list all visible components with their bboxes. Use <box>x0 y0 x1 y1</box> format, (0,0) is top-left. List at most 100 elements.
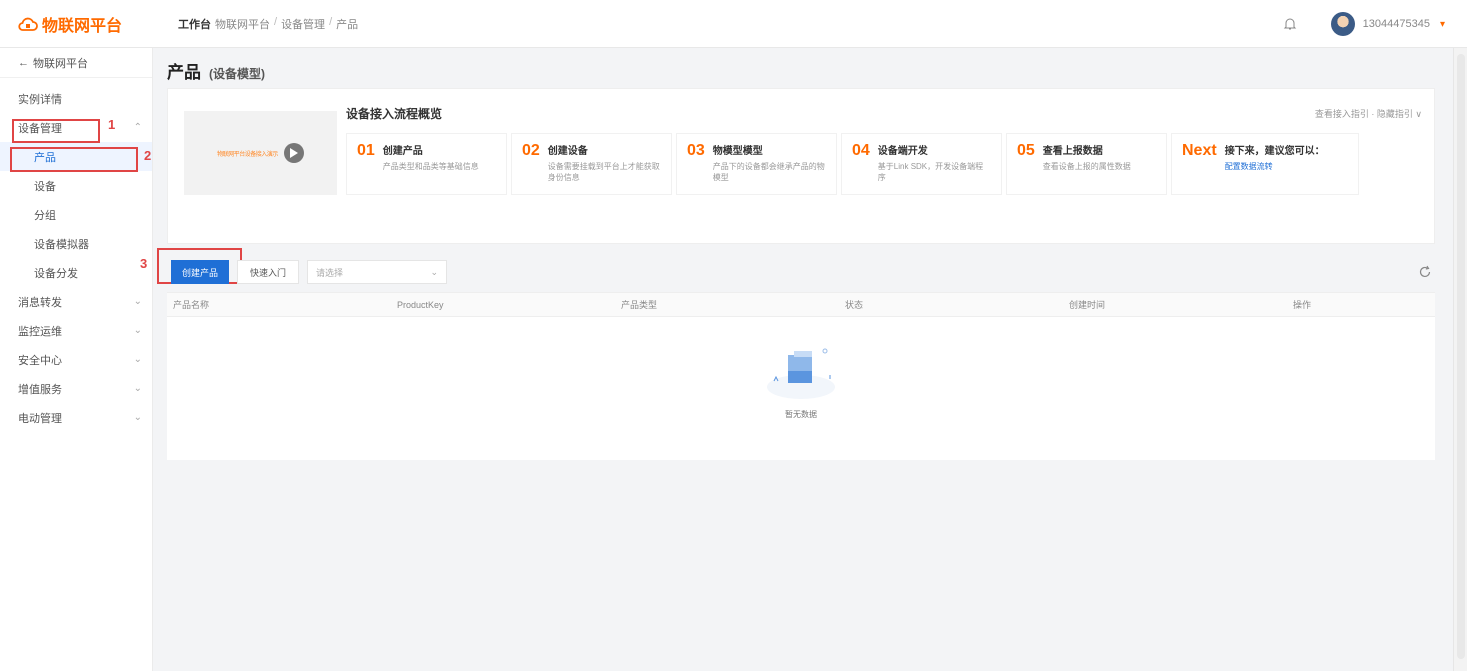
header-actions: 13044475345 ▾ <box>1279 0 1467 48</box>
flow-steps: 01 创建产品 产品类型和品类等基础信息 02 创建设备设备需要挂载到平台上才能获… <box>346 133 1359 195</box>
main-content: 产品 (设备模型) 物联网平台设备接入演示 设备接入流程概览 查看接入指引 · … <box>153 48 1453 671</box>
account-name[interactable]: 13044475345 <box>1363 18 1430 30</box>
scrollbar-thumb[interactable] <box>1457 54 1465 659</box>
annotation-number-2: 2 <box>144 148 152 163</box>
flow-step[interactable]: 03 物模型模型产品下的设备都会继承产品的物模型 <box>676 133 837 195</box>
step-name: 接下来，建议您可以： <box>1224 146 1325 157</box>
play-icon[interactable] <box>283 143 304 163</box>
annotation-box-2 <box>10 147 138 172</box>
video-caption: 物联网平台设备接入演示 <box>217 151 278 158</box>
column-header: 产品类型 <box>621 300 658 310</box>
cloud-icon <box>18 17 38 31</box>
flow-step-next: Next 接下来，建议您可以： 配置数据流转 <box>1171 133 1359 195</box>
chevron-down-icon: ⌄ <box>133 325 142 336</box>
sidebar-item-security[interactable]: 安全中心 ⌄ <box>0 345 152 374</box>
sidebar-item-label: 实例详情 <box>18 93 62 106</box>
sidebar-item-label: 增值服务 <box>18 383 62 396</box>
product-toolbar: 创建产品 快速入门 请选择 ⌄ <box>167 256 1435 288</box>
annotation-number-1: 1 <box>108 117 116 132</box>
avatar[interactable] <box>1330 12 1355 36</box>
flow-title: 设备接入流程概览 <box>346 107 443 121</box>
bell-icon[interactable] <box>1279 13 1301 35</box>
flow-step[interactable]: 02 创建设备设备需要挂载到平台上才能获取身份信息 <box>511 133 672 195</box>
page-title: 产品 (设备模型) <box>167 58 265 83</box>
breadcrumb-item[interactable]: 设备管理 <box>281 16 325 32</box>
sidebar-item-distribution[interactable]: 设备分发 <box>0 258 152 287</box>
table-header: 产品名称 ProductKey 产品类型 状态 创建时间 操作 <box>167 293 1435 317</box>
page-title-text: 产品 <box>167 63 201 82</box>
step-description: 设备需要挂载到平台上才能获取身份信息 <box>547 162 660 182</box>
chevron-down-icon[interactable]: ▾ <box>1440 19 1445 30</box>
empty-text: 暂无数据 <box>785 410 817 419</box>
chevron-down-icon: ⌄ <box>133 354 142 365</box>
column-header: ProductKey <box>397 299 444 310</box>
step-number: 02 <box>522 142 540 159</box>
step-number: 05 <box>1017 142 1035 159</box>
product-table: 产品名称 ProductKey 产品类型 状态 创建时间 操作 暂无数据 <box>167 292 1435 460</box>
empty-state: 暂无数据 <box>167 343 1435 420</box>
intro-video[interactable]: 物联网平台设备接入演示 <box>184 111 337 195</box>
sidebar-item-label: 监控运维 <box>18 325 62 338</box>
sidebar-back[interactable]: ← 物联网平台 <box>0 48 152 78</box>
sidebar-item-label: 设备分发 <box>34 267 78 280</box>
breadcrumb-item[interactable]: 物联网平台 <box>215 16 270 32</box>
sidebar-item-devices[interactable]: 设备 <box>0 171 152 200</box>
select-placeholder: 请选择 <box>316 267 344 278</box>
flow-step[interactable]: 04 设备端开发基于Link SDK，开发设备端程序 <box>841 133 1002 195</box>
step-description: 查看设备上报的属性数据 <box>1042 162 1131 171</box>
flow-step[interactable]: 05 查看上报数据查看设备上报的属性数据 <box>1006 133 1167 195</box>
breadcrumb: 工作台 物联网平台 / 设备管理 / 产品 <box>178 16 358 32</box>
sidebar-back-label: 物联网平台 <box>33 57 88 70</box>
chevron-down-icon: ⌄ <box>133 412 142 423</box>
chevron-up-icon: ⌃ <box>133 122 142 133</box>
step-description: 产品下的设备都会继承产品的物模型 <box>712 162 825 182</box>
access-flow-card: 物联网平台设备接入演示 设备接入流程概览 查看接入指引 · 隐藏指引 ∨ 01 … <box>167 88 1435 244</box>
breadcrumb-item[interactable]: 工作台 <box>178 16 211 32</box>
step-name: 创建设备 <box>547 146 588 157</box>
sidebar-item-label: 分组 <box>34 209 56 222</box>
column-header: 产品名称 <box>173 300 210 310</box>
column-header: 操作 <box>1293 300 1312 310</box>
chevron-down-icon: ⌄ <box>133 296 142 307</box>
sidebar-item-message-forwarding[interactable]: 消息转发 ⌄ <box>0 287 152 316</box>
quick-start-button[interactable]: 快速入门 <box>237 260 299 284</box>
step-number: 01 <box>357 142 375 159</box>
sidebar-item-simulator[interactable]: 设备模拟器 <box>0 229 152 258</box>
step-name: 物模型模型 <box>712 146 763 157</box>
arrow-left-icon: ← <box>18 56 29 69</box>
chevron-down-icon: ⌄ <box>430 266 438 277</box>
flow-guide-links[interactable]: 查看接入指引 · 隐藏指引 ∨ <box>1315 107 1422 120</box>
page-scrollbar[interactable] <box>1453 48 1467 671</box>
column-header: 状态 <box>845 300 864 310</box>
sidebar-item-monitoring[interactable]: 监控运维 ⌄ <box>0 316 152 345</box>
flow-step[interactable]: 01 创建产品 产品类型和品类等基础信息 <box>346 133 507 195</box>
product-filter-select[interactable]: 请选择 ⌄ <box>307 260 447 284</box>
top-bar: 物联网平台 工作台 物联网平台 / 设备管理 / 产品 13044475345 … <box>0 0 1467 48</box>
next-step-link[interactable]: 配置数据流转 <box>1225 161 1325 172</box>
breadcrumb-separator: / <box>274 15 278 28</box>
step-name: 设备端开发 <box>877 146 928 157</box>
sidebar-item-label: 设备模拟器 <box>34 238 89 251</box>
step-description: 产品类型和品类等基础信息 <box>382 162 479 171</box>
breadcrumb-item: 产品 <box>336 18 359 31</box>
page-subtitle: (设备模型) <box>209 67 265 81</box>
refresh-icon[interactable] <box>1415 262 1435 282</box>
step-name: 查看上报数据 <box>1042 146 1103 157</box>
step-number: Next <box>1182 142 1217 159</box>
sidebar-item-ev-management[interactable]: 电动管理 ⌄ <box>0 403 152 432</box>
sidebar-item-value-added[interactable]: 增值服务 ⌄ <box>0 374 152 403</box>
annotation-number-3: 3 <box>140 256 148 271</box>
sidebar-item-label: 电动管理 <box>18 412 62 425</box>
step-number: 04 <box>852 142 870 159</box>
step-description: 基于Link SDK，开发设备端程序 <box>877 162 984 182</box>
step-number: 03 <box>687 142 705 159</box>
empty-box-icon <box>767 348 835 399</box>
sidebar-item-label: 设备 <box>34 180 56 193</box>
breadcrumb-separator: / <box>329 15 333 28</box>
sidebar-item-groups[interactable]: 分组 <box>0 200 152 229</box>
create-product-button[interactable]: 创建产品 <box>171 260 229 284</box>
sidebar-item-label: 消息转发 <box>18 296 62 309</box>
sidebar-item-label: 安全中心 <box>18 354 62 367</box>
platform-logo[interactable]: 物联网平台 <box>18 12 158 36</box>
sidebar-item-instance-details[interactable]: 实例详情 <box>0 84 152 113</box>
